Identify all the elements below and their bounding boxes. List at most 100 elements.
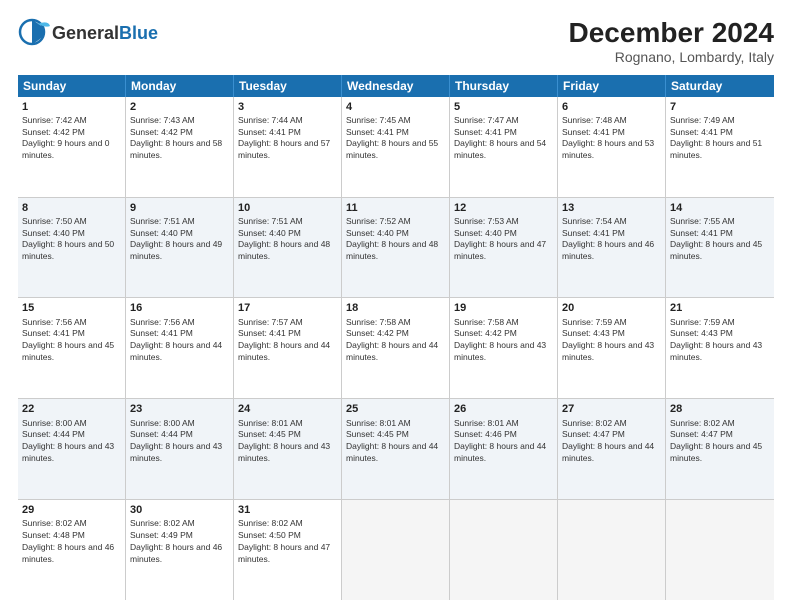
logo-blue-text: Blue: [119, 23, 158, 43]
day-number: 14: [670, 201, 770, 215]
cell-info: Sunrise: 7:57 AMSunset: 4:41 PMDaylight:…: [238, 317, 330, 362]
cell-info: Sunrise: 7:58 AMSunset: 4:42 PMDaylight:…: [454, 317, 546, 362]
day-number: 5: [454, 100, 553, 114]
calendar-cell: 31Sunrise: 8:02 AMSunset: 4:50 PMDayligh…: [234, 500, 342, 600]
cell-info: Sunrise: 8:00 AMSunset: 4:44 PMDaylight:…: [22, 418, 114, 463]
header-day-friday: Friday: [558, 75, 666, 97]
calendar-cell: 27Sunrise: 8:02 AMSunset: 4:47 PMDayligh…: [558, 399, 666, 499]
cell-info: Sunrise: 8:02 AMSunset: 4:50 PMDaylight:…: [238, 518, 330, 563]
cell-info: Sunrise: 8:02 AMSunset: 4:49 PMDaylight:…: [130, 518, 222, 563]
calendar-cell: [558, 500, 666, 600]
header-day-saturday: Saturday: [666, 75, 774, 97]
cell-info: Sunrise: 8:02 AMSunset: 4:48 PMDaylight:…: [22, 518, 114, 563]
logo-icon: [18, 18, 50, 50]
cell-info: Sunrise: 7:42 AMSunset: 4:42 PMDaylight:…: [22, 115, 109, 160]
day-number: 7: [670, 100, 770, 114]
calendar-cell: 22 Sunrise: 8:00 AMSunset: 4:44 PMDayligh…: [18, 399, 126, 499]
day-number: 2: [130, 100, 229, 114]
day-number: 18: [346, 301, 445, 315]
calendar-cell: 5Sunrise: 7:47 AMSunset: 4:41 PMDaylight…: [450, 97, 558, 197]
calendar-cell: 11Sunrise: 7:52 AMSunset: 4:40 PMDayligh…: [342, 198, 450, 298]
calendar-cell: 26Sunrise: 8:01 AMSunset: 4:46 PMDayligh…: [450, 399, 558, 499]
day-number: 4: [346, 100, 445, 114]
day-number: 13: [562, 201, 661, 215]
calendar-cell: [666, 500, 774, 600]
calendar: SundayMondayTuesdayWednesdayThursdayFrid…: [18, 75, 774, 600]
header: GeneralBlue December 2024 Rognano, Lomba…: [18, 18, 774, 65]
day-number: 22: [22, 402, 121, 416]
calendar-cell: [342, 500, 450, 600]
day-number: 23: [130, 402, 229, 416]
day-number: 20: [562, 301, 661, 315]
calendar-header: SundayMondayTuesdayWednesdayThursdayFrid…: [18, 75, 774, 97]
cell-info: Sunrise: 7:54 AMSunset: 4:41 PMDaylight:…: [562, 216, 654, 261]
header-day-tuesday: Tuesday: [234, 75, 342, 97]
calendar-week-3: 15 Sunrise: 7:56 AMSunset: 4:41 PMDayligh…: [18, 298, 774, 399]
calendar-week-1: 1Sunrise: 7:42 AMSunset: 4:42 PMDaylight…: [18, 97, 774, 198]
page: GeneralBlue December 2024 Rognano, Lomba…: [0, 0, 792, 612]
day-number: 29: [22, 503, 121, 517]
calendar-cell: 16 Sunrise: 7:56 AMSunset: 4:41 PMDayligh…: [126, 298, 234, 398]
day-number: 21: [670, 301, 770, 315]
cell-info: Sunrise: 8:01 AMSunset: 4:45 PMDaylight:…: [346, 418, 438, 463]
cell-info: Sunrise: 7:45 AMSunset: 4:41 PMDaylight:…: [346, 115, 438, 160]
calendar-cell: 8Sunrise: 7:50 AMSunset: 4:40 PMDaylight…: [18, 198, 126, 298]
cell-info: Sunrise: 7:56 AMSunset: 4:41 PMDaylight:…: [130, 317, 222, 362]
day-number: 30: [130, 503, 229, 517]
cell-info: Sunrise: 8:02 AMSunset: 4:47 PMDaylight:…: [670, 418, 762, 463]
day-number: 25: [346, 402, 445, 416]
header-day-monday: Monday: [126, 75, 234, 97]
calendar-cell: [450, 500, 558, 600]
logo-general-text: General: [52, 23, 119, 43]
cell-info: Sunrise: 8:00 AMSunset: 4:44 PMDaylight:…: [130, 418, 222, 463]
calendar-cell: 29Sunrise: 8:02 AMSunset: 4:48 PMDayligh…: [18, 500, 126, 600]
day-number: 31: [238, 503, 337, 517]
cell-info: Sunrise: 7:59 AMSunset: 4:43 PMDaylight:…: [562, 317, 654, 362]
calendar-cell: 6Sunrise: 7:48 AMSunset: 4:41 PMDaylight…: [558, 97, 666, 197]
cell-info: Sunrise: 8:02 AMSunset: 4:47 PMDaylight:…: [562, 418, 654, 463]
day-number: 28: [670, 402, 770, 416]
day-number: 11: [346, 201, 445, 215]
calendar-body: 1Sunrise: 7:42 AMSunset: 4:42 PMDaylight…: [18, 97, 774, 600]
cell-info: Sunrise: 7:59 AMSunset: 4:43 PMDaylight:…: [670, 317, 762, 362]
cell-info: Sunrise: 7:52 AMSunset: 4:40 PMDaylight:…: [346, 216, 438, 261]
calendar-cell: 1Sunrise: 7:42 AMSunset: 4:42 PMDaylight…: [18, 97, 126, 197]
header-day-thursday: Thursday: [450, 75, 558, 97]
cell-info: Sunrise: 7:47 AMSunset: 4:41 PMDaylight:…: [454, 115, 546, 160]
header-day-wednesday: Wednesday: [342, 75, 450, 97]
cell-info: Sunrise: 7:48 AMSunset: 4:41 PMDaylight:…: [562, 115, 654, 160]
cell-info: Sunrise: 7:55 AMSunset: 4:41 PMDaylight:…: [670, 216, 762, 261]
logo: GeneralBlue: [18, 18, 158, 50]
calendar-cell: 10Sunrise: 7:51 AMSunset: 4:40 PMDayligh…: [234, 198, 342, 298]
cell-info: Sunrise: 8:01 AMSunset: 4:45 PMDaylight:…: [238, 418, 330, 463]
calendar-cell: 25 Sunrise: 8:01 AMSunset: 4:45 PMDayligh…: [342, 399, 450, 499]
day-number: 8: [22, 201, 121, 215]
cell-info: Sunrise: 7:56 AMSunset: 4:41 PMDaylight:…: [22, 317, 114, 362]
calendar-cell: 20 Sunrise: 7:59 AMSunset: 4:43 PMDayligh…: [558, 298, 666, 398]
cell-info: Sunrise: 7:49 AMSunset: 4:41 PMDaylight:…: [670, 115, 762, 160]
day-number: 15: [22, 301, 121, 315]
day-number: 12: [454, 201, 553, 215]
cell-info: Sunrise: 7:51 AMSunset: 4:40 PMDaylight:…: [238, 216, 330, 261]
calendar-cell: 28 Sunrise: 8:02 AMSunset: 4:47 PMDayligh…: [666, 399, 774, 499]
cell-info: Sunrise: 7:50 AMSunset: 4:40 PMDaylight:…: [22, 216, 114, 261]
cell-info: Sunrise: 7:58 AMSunset: 4:42 PMDaylight:…: [346, 317, 438, 362]
day-number: 10: [238, 201, 337, 215]
calendar-cell: 15 Sunrise: 7:56 AMSunset: 4:41 PMDayligh…: [18, 298, 126, 398]
day-number: 16: [130, 301, 229, 315]
calendar-week-5: 29Sunrise: 8:02 AMSunset: 4:48 PMDayligh…: [18, 500, 774, 600]
day-number: 1: [22, 100, 121, 114]
calendar-cell: 14Sunrise: 7:55 AMSunset: 4:41 PMDayligh…: [666, 198, 774, 298]
calendar-cell: 24 Sunrise: 8:01 AMSunset: 4:45 PMDayligh…: [234, 399, 342, 499]
day-number: 3: [238, 100, 337, 114]
calendar-cell: 23 Sunrise: 8:00 AMSunset: 4:44 PMDayligh…: [126, 399, 234, 499]
calendar-cell: 18 Sunrise: 7:58 AMSunset: 4:42 PMDayligh…: [342, 298, 450, 398]
day-number: 24: [238, 402, 337, 416]
page-title: December 2024: [569, 18, 774, 49]
calendar-week-2: 8Sunrise: 7:50 AMSunset: 4:40 PMDaylight…: [18, 198, 774, 299]
calendar-cell: 7Sunrise: 7:49 AMSunset: 4:41 PMDaylight…: [666, 97, 774, 197]
calendar-cell: 3Sunrise: 7:44 AMSunset: 4:41 PMDaylight…: [234, 97, 342, 197]
day-number: 19: [454, 301, 553, 315]
calendar-cell: 19 Sunrise: 7:58 AMSunset: 4:42 PMDayligh…: [450, 298, 558, 398]
calendar-week-4: 22 Sunrise: 8:00 AMSunset: 4:44 PMDayligh…: [18, 399, 774, 500]
